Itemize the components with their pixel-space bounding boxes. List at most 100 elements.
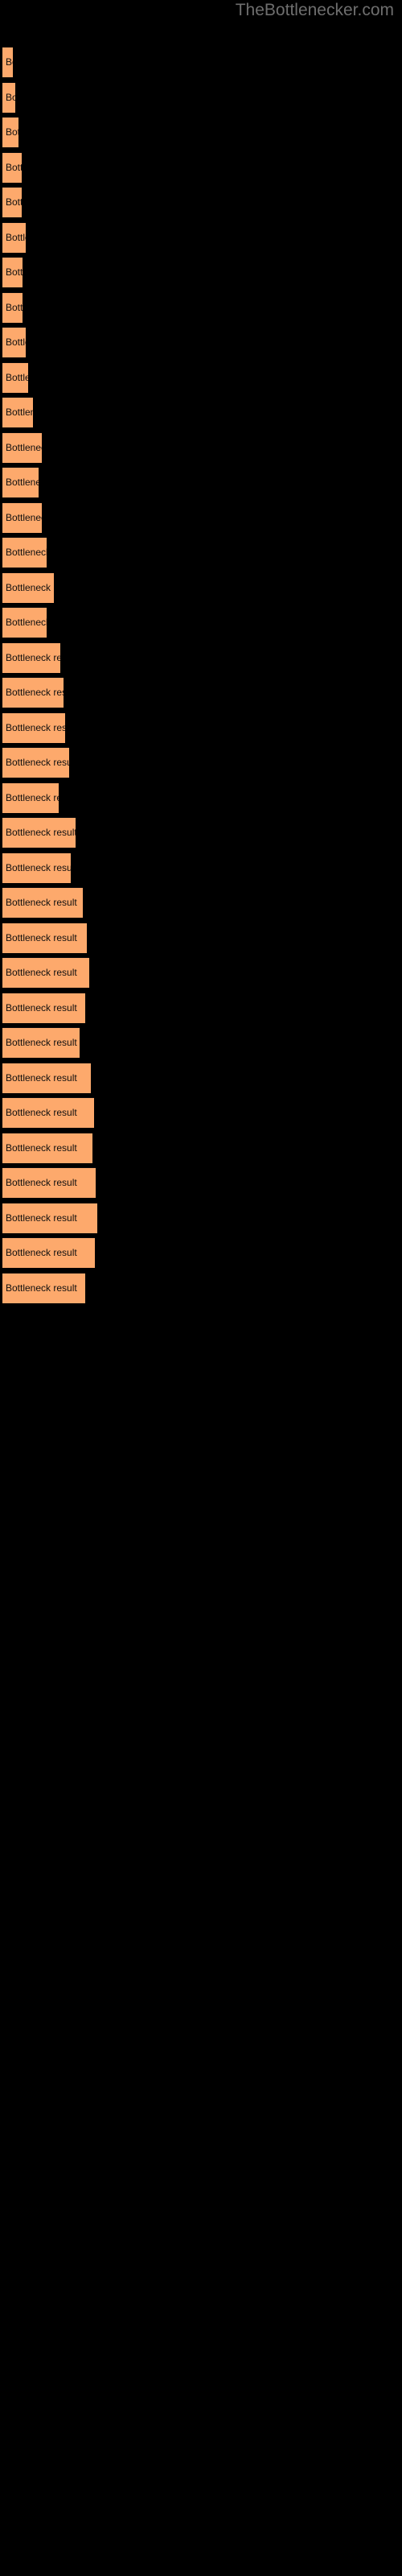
- bar-row[interactable]: Bottleneck result: [2, 397, 33, 427]
- bar-label-clip: Bottleneck result: [2, 747, 69, 778]
- bar-row[interactable]: Bottleneck result: [2, 993, 85, 1023]
- bar-label-clip: Bottleneck result: [2, 572, 54, 603]
- bar-label: Bottleneck result: [6, 1002, 77, 1013]
- bar-label: Bottleneck result: [6, 336, 26, 348]
- bar-row[interactable]: Bottleneck result: [2, 1203, 97, 1233]
- bar-row[interactable]: Bottleneck result: [2, 257, 23, 287]
- bar-row[interactable]: Bottleneck result: [2, 957, 89, 988]
- bar-label-clip: Bottleneck result: [2, 82, 15, 113]
- bar-label-clip: Bottleneck result: [2, 502, 42, 533]
- bar-label: Bottleneck result: [6, 477, 39, 488]
- bar-label: Bottleneck result: [6, 1072, 77, 1084]
- bar-label-clip: Bottleneck result: [2, 1237, 95, 1268]
- bar-label: Bottleneck result: [6, 1212, 77, 1224]
- bar-row[interactable]: Bottleneck result: [2, 537, 47, 568]
- bar-row[interactable]: Bottleneck result: [2, 642, 60, 673]
- bar-label: Bottleneck result: [6, 932, 77, 943]
- bar-row[interactable]: Bottleneck result: [2, 887, 83, 918]
- bar-label: Bottleneck result: [6, 266, 23, 278]
- bar-row[interactable]: Bottleneck result: [2, 432, 42, 463]
- bar-label-clip: Bottleneck result: [2, 397, 33, 427]
- bar-row[interactable]: Bottleneck result: [2, 747, 69, 778]
- bar-row[interactable]: Bottleneck result: [2, 222, 26, 253]
- bar-label: Bottleneck result: [6, 1107, 77, 1118]
- bar-row[interactable]: Bottleneck result: [2, 1273, 85, 1303]
- bar-label: Bottleneck result: [6, 1037, 77, 1048]
- bar-row[interactable]: Bottleneck result: [2, 47, 13, 77]
- bar-label-clip: Bottleneck result: [2, 712, 65, 743]
- bar-row[interactable]: Bottleneck result: [2, 117, 18, 147]
- bar-label: Bottleneck result: [6, 1282, 77, 1294]
- bar-row[interactable]: Bottleneck result: [2, 502, 42, 533]
- bar-row[interactable]: Bottleneck result: [2, 152, 22, 183]
- bar-label: Bottleneck result: [6, 302, 23, 313]
- bar-label-clip: Bottleneck result: [2, 1167, 96, 1198]
- bar-label: Bottleneck result: [6, 232, 26, 243]
- bar-label: Bottleneck result: [6, 1177, 77, 1188]
- bar-label-clip: Bottleneck result: [2, 432, 42, 463]
- bar-label-clip: Bottleneck result: [2, 1203, 97, 1233]
- bar-label: Bottleneck result: [6, 512, 42, 523]
- bar-label-clip: Bottleneck result: [2, 1097, 94, 1128]
- bar-row[interactable]: Bottleneck result: [2, 187, 22, 217]
- bar-label-clip: Bottleneck result: [2, 292, 23, 323]
- bar-label: Bottleneck result: [6, 372, 28, 383]
- bar-label: Bottleneck result: [6, 897, 77, 908]
- bar-label: Bottleneck result: [6, 56, 13, 68]
- bar-label: Bottleneck result: [6, 1142, 77, 1154]
- bar-row[interactable]: Bottleneck result: [2, 923, 87, 953]
- bar-row[interactable]: Bottleneck result: [2, 677, 64, 708]
- bar-row[interactable]: Bottleneck result: [2, 607, 47, 638]
- bar-row[interactable]: Bottleneck result: [2, 362, 28, 393]
- bar-label: Bottleneck result: [6, 967, 77, 978]
- bar-label-clip: Bottleneck result: [2, 1027, 80, 1058]
- bar-label: Bottleneck result: [6, 862, 71, 873]
- bar-label-clip: Bottleneck result: [2, 607, 47, 638]
- bar-label-clip: Bottleneck result: [2, 642, 60, 673]
- bar-label-clip: Bottleneck result: [2, 47, 13, 77]
- bar-label-clip: Bottleneck result: [2, 1133, 92, 1163]
- bar-row[interactable]: Bottleneck result: [2, 1027, 80, 1058]
- bar-label-clip: Bottleneck result: [2, 817, 76, 848]
- bar-label: Bottleneck result: [6, 162, 22, 173]
- bar-label: Bottleneck result: [6, 407, 33, 418]
- bar-label: Bottleneck result: [6, 722, 65, 733]
- bar-row[interactable]: Bottleneck result: [2, 1063, 91, 1093]
- bar-row[interactable]: Bottleneck result: [2, 1097, 94, 1128]
- bar-label-clip: Bottleneck result: [2, 852, 71, 883]
- bar-row[interactable]: Bottleneck result: [2, 292, 23, 323]
- bar-row[interactable]: Bottleneck result: [2, 1133, 92, 1163]
- bar-row[interactable]: Bottleneck result: [2, 852, 71, 883]
- bar-label-clip: Bottleneck result: [2, 887, 83, 918]
- bar-row[interactable]: Bottleneck result: [2, 712, 65, 743]
- bar-label-clip: Bottleneck result: [2, 782, 59, 813]
- bar-label: Bottleneck result: [6, 652, 60, 663]
- bar-label-clip: Bottleneck result: [2, 327, 26, 357]
- bar-label-clip: Bottleneck result: [2, 1273, 85, 1303]
- bar-row[interactable]: Bottleneck result: [2, 1167, 96, 1198]
- bar-row[interactable]: Bottleneck result: [2, 1237, 95, 1268]
- bar-label-clip: Bottleneck result: [2, 187, 22, 217]
- bar-label: Bottleneck result: [6, 196, 22, 208]
- bar-label-clip: Bottleneck result: [2, 923, 87, 953]
- bar-label: Bottleneck result: [6, 757, 69, 768]
- bar-row[interactable]: Bottleneck result: [2, 782, 59, 813]
- bar-label-clip: Bottleneck result: [2, 957, 89, 988]
- chart-root: TheBottlenecker.com Bottleneck resultBot…: [0, 0, 402, 2576]
- bar-label: Bottleneck result: [6, 547, 47, 558]
- bar-row[interactable]: Bottleneck result: [2, 817, 76, 848]
- bar-label: Bottleneck result: [6, 827, 76, 838]
- bar-label: Bottleneck result: [6, 442, 42, 453]
- bar-label: Bottleneck result: [6, 92, 15, 103]
- bar-row[interactable]: Bottleneck result: [2, 327, 26, 357]
- bar-row[interactable]: Bottleneck result: [2, 82, 15, 113]
- bar-row[interactable]: Bottleneck result: [2, 572, 54, 603]
- bar-row[interactable]: Bottleneck result: [2, 467, 39, 497]
- bar-label-clip: Bottleneck result: [2, 257, 23, 287]
- bar-label-clip: Bottleneck result: [2, 467, 39, 497]
- bar-label-clip: Bottleneck result: [2, 152, 22, 183]
- bar-label-clip: Bottleneck result: [2, 1063, 91, 1093]
- bar-label: Bottleneck result: [6, 617, 47, 628]
- bar-label-clip: Bottleneck result: [2, 537, 47, 568]
- bar-label: Bottleneck result: [6, 792, 59, 803]
